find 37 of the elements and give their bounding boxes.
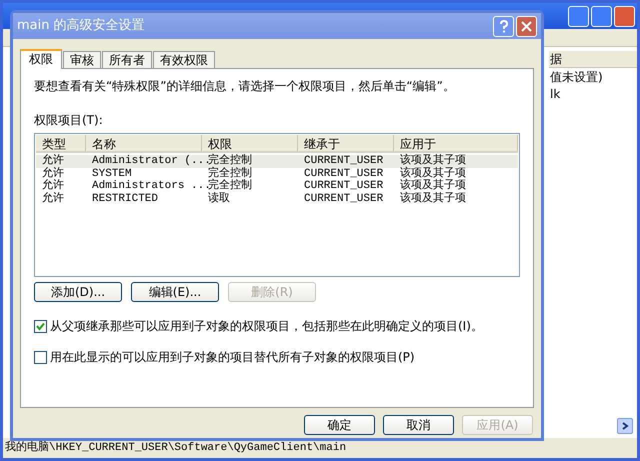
column-header[interactable]: 应用于 — [394, 135, 518, 151]
minimize-button[interactable] — [568, 6, 589, 26]
list-row[interactable]: 允许 SYSTEM 完全控制 CURRENT_USER 该项及其子项 — [36, 168, 518, 180]
list-row[interactable]: 允许 RESTRICTED 读取 CURRENT_USER 该项及其子项 — [36, 192, 518, 205]
tab[interactable]: 所有者 — [102, 51, 152, 68]
dialog-button[interactable]: 确定 — [304, 415, 375, 435]
dialog-button[interactable]: 取消 — [383, 415, 454, 435]
checkbox[interactable] — [34, 350, 47, 364]
column-header[interactable]: 类型 — [36, 135, 86, 151]
checkbox-label: 用在此显示的可以应用到子对象的项目替代所有子对象的权限项目(P) — [50, 349, 415, 366]
checkmark-icon — [36, 322, 45, 330]
column-header[interactable]: 权限 — [202, 135, 298, 151]
help-button[interactable] — [493, 16, 514, 36]
list-row[interactable]: 允许 Administrators ...完全控制 CURRENT_USER 该项及其子项 — [36, 180, 518, 192]
column-header[interactable]: 继承于 — [298, 135, 394, 151]
value-cell-text: 值未设置) — [549, 69, 604, 85]
list-button[interactable]: 添加(D)... — [34, 282, 122, 302]
tab[interactable]: 权限 — [20, 49, 62, 69]
maximize-button[interactable] — [591, 6, 612, 26]
close-icon — [521, 20, 532, 32]
column-header: 据 — [549, 51, 637, 68]
tab[interactable]: 审核 — [63, 51, 101, 68]
list-button[interactable]: 编辑(E)... — [131, 282, 219, 302]
value-cell-text: lk — [549, 86, 562, 102]
arrow-right-icon — [621, 422, 629, 430]
scroll-right-button[interactable] — [617, 418, 633, 434]
list-row[interactable]: 允许 Administrator (...完全控制 CURRENT_USER 该项及其子项 — [36, 155, 518, 168]
checkbox-label: 从父项继承那些可以应用到子对象的权限项目，包括那些在此明确定义的项目(I)。 — [50, 318, 483, 335]
list-label: 权限项目(T): — [34, 112, 103, 129]
description-text: 要想查看有关“特殊权限”的详细信息，请选择一个权限项目，然后单击“编辑”。 — [34, 78, 456, 95]
column-header[interactable]: 名称 — [86, 135, 202, 151]
dialog-title: main 的高级安全设置 — [17, 17, 146, 36]
close-button[interactable] — [516, 16, 537, 36]
tab[interactable]: 有效权限 — [153, 51, 215, 68]
close-button[interactable] — [614, 6, 635, 26]
help-icon — [498, 20, 508, 32]
checkbox[interactable] — [34, 320, 47, 332]
